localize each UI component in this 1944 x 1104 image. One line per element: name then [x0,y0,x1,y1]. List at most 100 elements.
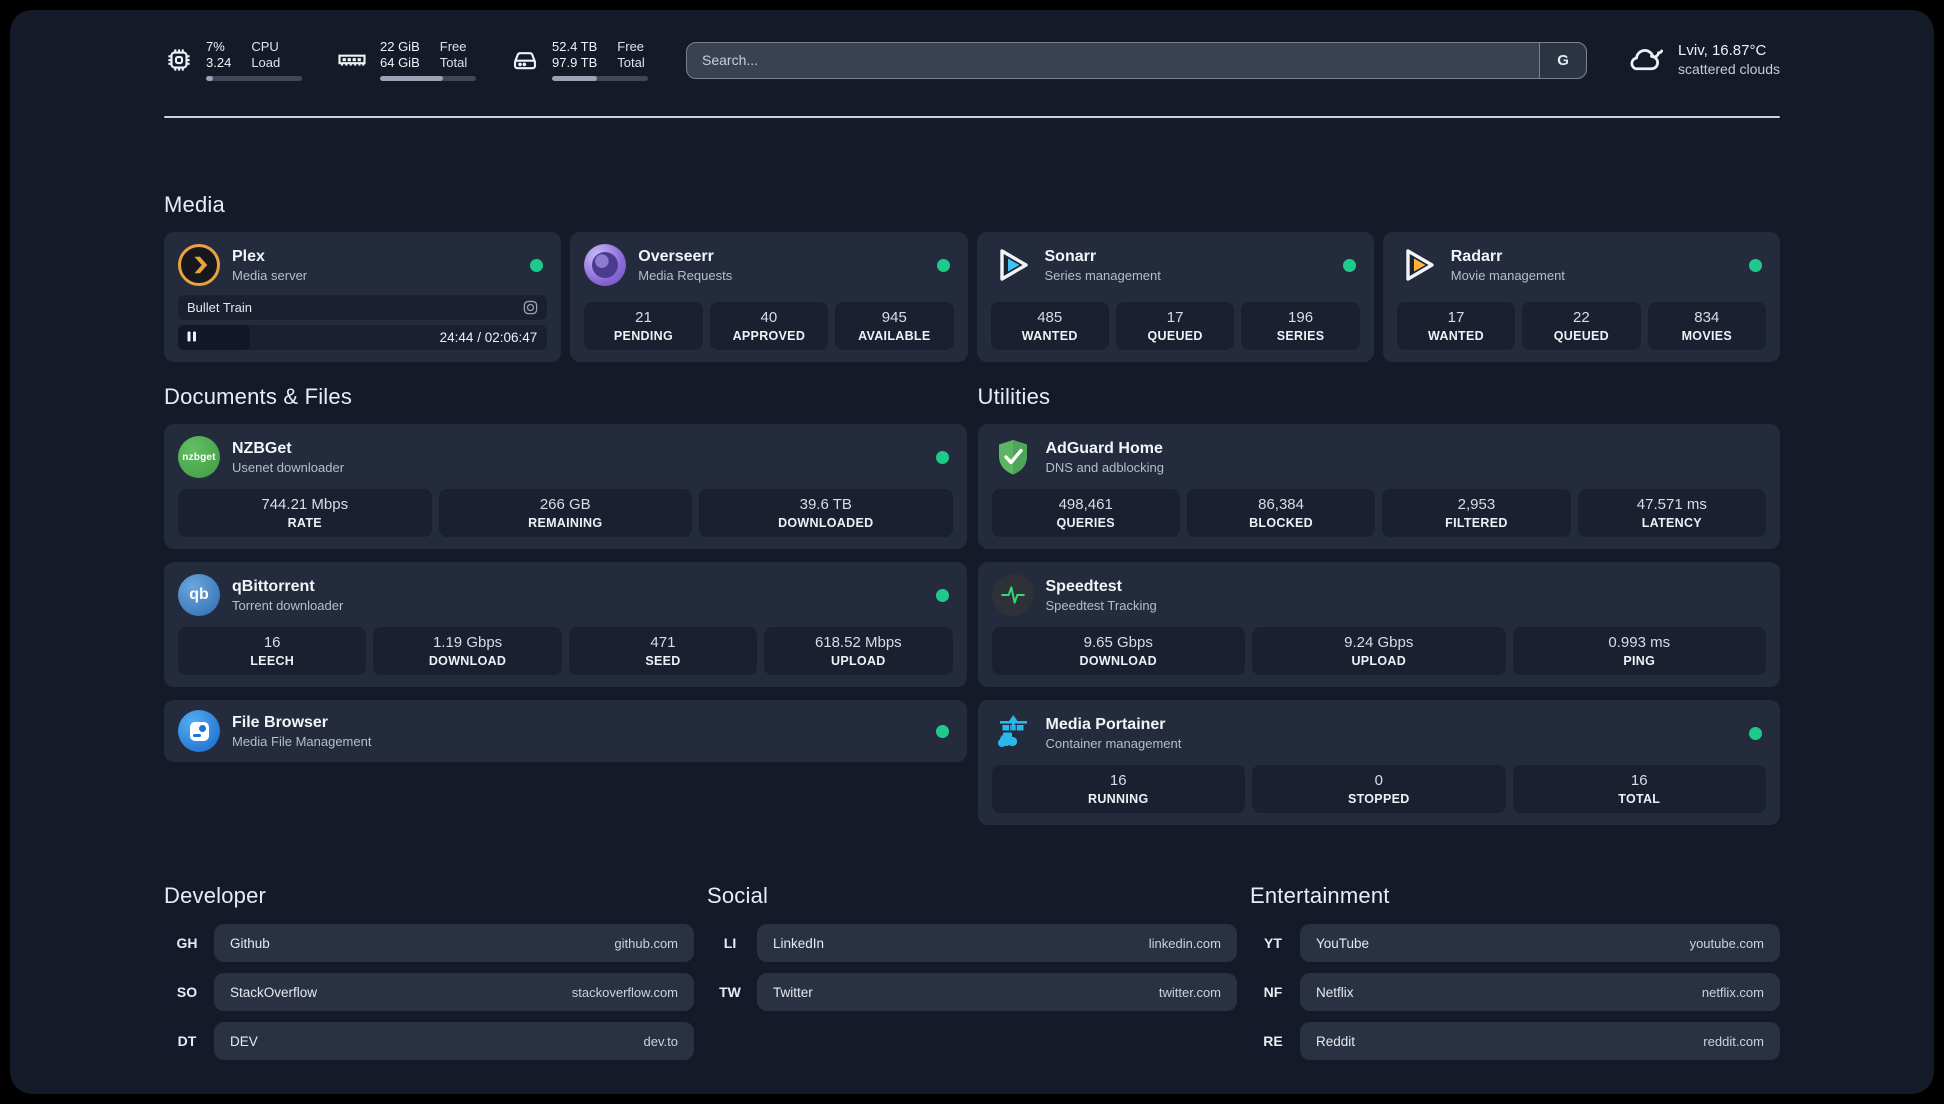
bookmark-url: twitter.com [1158,984,1221,1000]
cpu-label: CPU [251,39,279,55]
search-input[interactable] [686,41,1588,79]
playback-time: 24:44 / 02:06:47 [439,330,538,345]
stat-upload: 9.24 Gbps UPLOAD [1252,627,1506,675]
bookmark-abbr: SO [164,973,210,1011]
service-title: Plex [232,247,265,265]
bookmark-linkedin[interactable]: LI LinkedIn linkedin.com [707,924,1237,962]
now-playing-title: Bullet Train [187,300,253,315]
cpu-load-label: Load [251,55,281,71]
search-bar: G [686,41,1588,79]
stat-approved: 40 APPROVED [709,302,829,350]
stat-upload: 618.52 Mbps UPLOAD [764,627,953,675]
search-provider-button[interactable]: G [1539,41,1588,79]
bookmark-stackoverflow[interactable]: SO StackOverflow stackoverflow.com [164,973,694,1011]
service-subtitle: Container management [1045,735,1182,751]
service-card-adguard[interactable]: AdGuard Home DNS and adblocking 498,461 Q… [977,424,1780,549]
stat-leech: 16 LEECH [178,627,367,675]
bookmark-url: dev.to [643,1033,678,1049]
section-title-entertainment: Entertainment [1250,883,1390,908]
service-title: Overseerr [638,247,714,265]
bookmark-name: YouTube [1316,935,1370,951]
stat-series: 196 SERIES [1241,302,1360,350]
service-card-plex[interactable]: Plex Media server Bullet Train 24:44 / 0… [164,232,562,362]
stat-download: 9.65 Gbps DOWNLOAD [991,627,1245,675]
cpu-icon [164,45,194,75]
service-subtitle: Torrent downloader [232,597,344,613]
bookmark-name: StackOverflow [230,984,318,1000]
service-subtitle: DNS and adblocking [1045,459,1165,475]
disk-free: 52.4 TB [552,39,598,55]
memory-progress-fill [380,76,444,81]
memory-icon [336,45,368,75]
section-title-documents: Documents & Files [164,384,353,409]
weather-condition: scattered clouds [1678,61,1780,77]
service-card-overseerr[interactable]: Overseerr Media Requests 21 PENDING 40 APP… [570,232,968,362]
service-card-qbittorrent[interactable]: qb qBittorrent Torrent downloader 16 LEEC… [164,562,967,687]
portainer-icon [992,712,1034,754]
stat-stopped: 0 STOPPED [1252,765,1506,813]
stat-pending: 21 PENDING [584,302,703,350]
nzbget-icon: nzbget [178,436,220,478]
section-documents-files: Documents & Files nzbget NZBGet Usenet d… [164,384,967,825]
dashboard-panel: 7% 3.24 CPU Load 22 GiB 64 GiB Free Tota… [10,10,1934,1094]
stat-queued: 22 QUEUED [1522,302,1641,350]
stat-blocked: 86,384 BLOCKED [1186,489,1376,537]
service-card-filebrowser[interactable]: File Browser Media File Management [164,700,967,762]
adguard-icon [992,436,1034,478]
bookmark-abbr: DT [164,1022,210,1060]
pause-icon[interactable] [187,329,197,347]
topbar: 7% 3.24 CPU Load 22 GiB 64 GiB Free Tota… [164,36,1780,84]
status-online-dot [1749,258,1762,272]
memory-free: 22 GiB [380,39,420,55]
memory-total-label: Total [439,55,468,71]
stat-latency: 47.571 ms LATENCY [1577,489,1766,537]
overseerr-icon [584,244,627,286]
cpu-loadavg: 3.24 [206,55,232,71]
memory-progress-track [380,76,476,81]
system-stats: 7% 3.24 CPU Load 22 GiB 64 GiB Free Tota… [164,39,648,81]
section-developer: Developer GH Github github.com SO StackOv… [164,883,694,1071]
bookmark-name: Twitter [773,984,813,1000]
memory-free-label: Free [439,39,467,55]
bookmark-url: reddit.com [1703,1033,1764,1049]
service-card-nzbget[interactable]: nzbget NZBGet Usenet downloader 744.21 M… [164,424,967,549]
section-utilities: Utilities AdGuard Home DNS and adblockin… [977,384,1780,825]
service-card-portainer[interactable]: Media Portainer Container management 16 R… [977,700,1780,825]
memory-total: 64 GiB [380,55,420,71]
section-title-utilities: Utilities [977,384,1051,409]
section-title-developer: Developer [164,883,267,908]
stat-remaining: 266 GB REMAINING [438,489,692,537]
stat-queries: 498,461 QUERIES [991,489,1180,537]
bookmark-netflix[interactable]: NF Netflix netflix.com [1250,973,1780,1011]
plex-playback-progress: 24:44 / 02:06:47 [178,325,548,350]
bookmark-reddit[interactable]: RE Reddit reddit.com [1250,1022,1780,1060]
bookmark-abbr: NF [1250,973,1296,1011]
cpu-stat: 7% 3.24 CPU Load [164,39,302,81]
bookmark-name: Reddit [1316,1033,1356,1049]
stat-downloaded: 39.6 TB DOWNLOADED [699,489,953,537]
bookmark-abbr: YT [1250,924,1296,962]
stat-seed: 471 SEED [568,627,758,675]
bookmark-url: stackoverflow.com [571,984,678,1000]
bookmark-github[interactable]: GH Github github.com [164,924,694,962]
status-online-dot [936,258,950,272]
service-card-radarr[interactable]: Radarr Movie management 17 WANTED 22 QUEUE… [1382,232,1780,362]
playback-elapsed-fill [178,325,250,350]
service-card-sonarr[interactable]: Sonarr Series management 485 WANTED 17 QUE… [976,232,1374,362]
service-title: Speedtest [1045,577,1122,595]
bookmark-abbr: GH [164,924,210,962]
bookmark-dev[interactable]: DT DEV dev.to [164,1022,694,1060]
stat-total: 16 TOTAL [1512,765,1766,813]
weather-widget: Lviv, 16.87°C scattered clouds [1625,41,1780,80]
cpu-percent: 7% [206,39,225,55]
bookmark-url: linkedin.com [1148,935,1221,951]
disk-total-label: Total [617,55,645,71]
bookmark-twitter[interactable]: TW Twitter twitter.com [707,973,1237,1011]
disk-icon [510,45,540,75]
bookmark-url: netflix.com [1701,984,1764,1000]
bookmark-youtube[interactable]: YT YouTube youtube.com [1250,924,1780,962]
service-card-speedtest[interactable]: Speedtest Speedtest Tracking 9.65 Gbps DO… [977,562,1780,687]
plex-icon [178,244,220,286]
section-entertainment: Entertainment YT YouTube youtube.com NF N… [1250,883,1780,1071]
stat-download: 1.19 Gbps DOWNLOAD [373,627,562,675]
